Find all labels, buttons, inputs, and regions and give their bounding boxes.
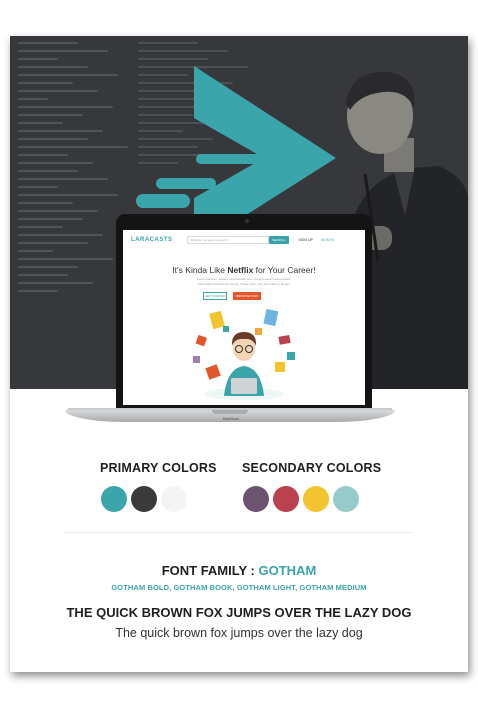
secondary-swatch-yellow xyxy=(303,486,329,512)
site-nav: LARACASTS What do you want to Learn? SEA… xyxy=(123,230,365,250)
primary-colors-title: PRIMARY COLORS xyxy=(100,461,217,475)
headline-post: for Your Career! xyxy=(253,265,316,275)
primary-swatch-charcoal xyxy=(131,486,157,512)
laptop-screen: LARACASTS What do you want to Learn? SEA… xyxy=(123,230,365,405)
headline-bold: Netflix xyxy=(227,265,254,275)
browse-now-button[interactable]: BROWSE NOW xyxy=(233,292,261,300)
nav-link-sign-in[interactable]: SIGN IN xyxy=(321,238,334,242)
pangram-lowercase: The quick brown fox jumps over the lazy … xyxy=(115,626,363,640)
site-subtext-2: Most video tutorials are boring. These a… xyxy=(198,282,290,286)
laptop-mockup: LARACASTS What do you want to Learn? SEA… xyxy=(108,214,378,414)
search-input[interactable]: What do you want to Learn? xyxy=(186,236,269,244)
secondary-colors-title: SECONDARY COLORS xyxy=(242,461,382,475)
primary-swatch-white xyxy=(161,486,187,512)
site-headline: It's Kinda Like Netflix for Your Career! xyxy=(123,265,365,275)
developer-illustration xyxy=(193,308,295,400)
primary-swatch-teal xyxy=(101,486,127,512)
laptop-brand-label: MacBook xyxy=(222,416,240,421)
font-weights: GOTHAM BOLD, GOTHAM BOOK, GOTHAM LIGHT, … xyxy=(111,583,367,592)
site-subtext-1: Learn practical, modern web development,… xyxy=(196,277,292,281)
font-family-heading: FONT FAMILY : GOTHAM xyxy=(0,563,478,578)
section-divider xyxy=(64,532,414,533)
pangram-uppercase: THE QUICK BROWN FOX JUMPS OVER THE LAZY … xyxy=(66,605,412,620)
headline-pre: It's Kinda Like xyxy=(172,265,228,275)
font-family-name: GOTHAM xyxy=(258,563,317,578)
secondary-swatch-purple xyxy=(243,486,269,512)
font-family-label: FONT FAMILY : xyxy=(161,563,259,578)
secondary-swatch-red xyxy=(273,486,299,512)
search-button[interactable]: SEARCH xyxy=(268,236,289,244)
laptop-notch xyxy=(212,410,248,414)
secondary-swatch-light-teal xyxy=(333,486,359,512)
camera-dot xyxy=(245,219,249,223)
get-started-button[interactable]: GET STARTED xyxy=(203,292,227,300)
site-logo[interactable]: LARACASTS xyxy=(131,237,173,243)
nav-link-sign-up[interactable]: SIGN UP xyxy=(299,238,313,242)
